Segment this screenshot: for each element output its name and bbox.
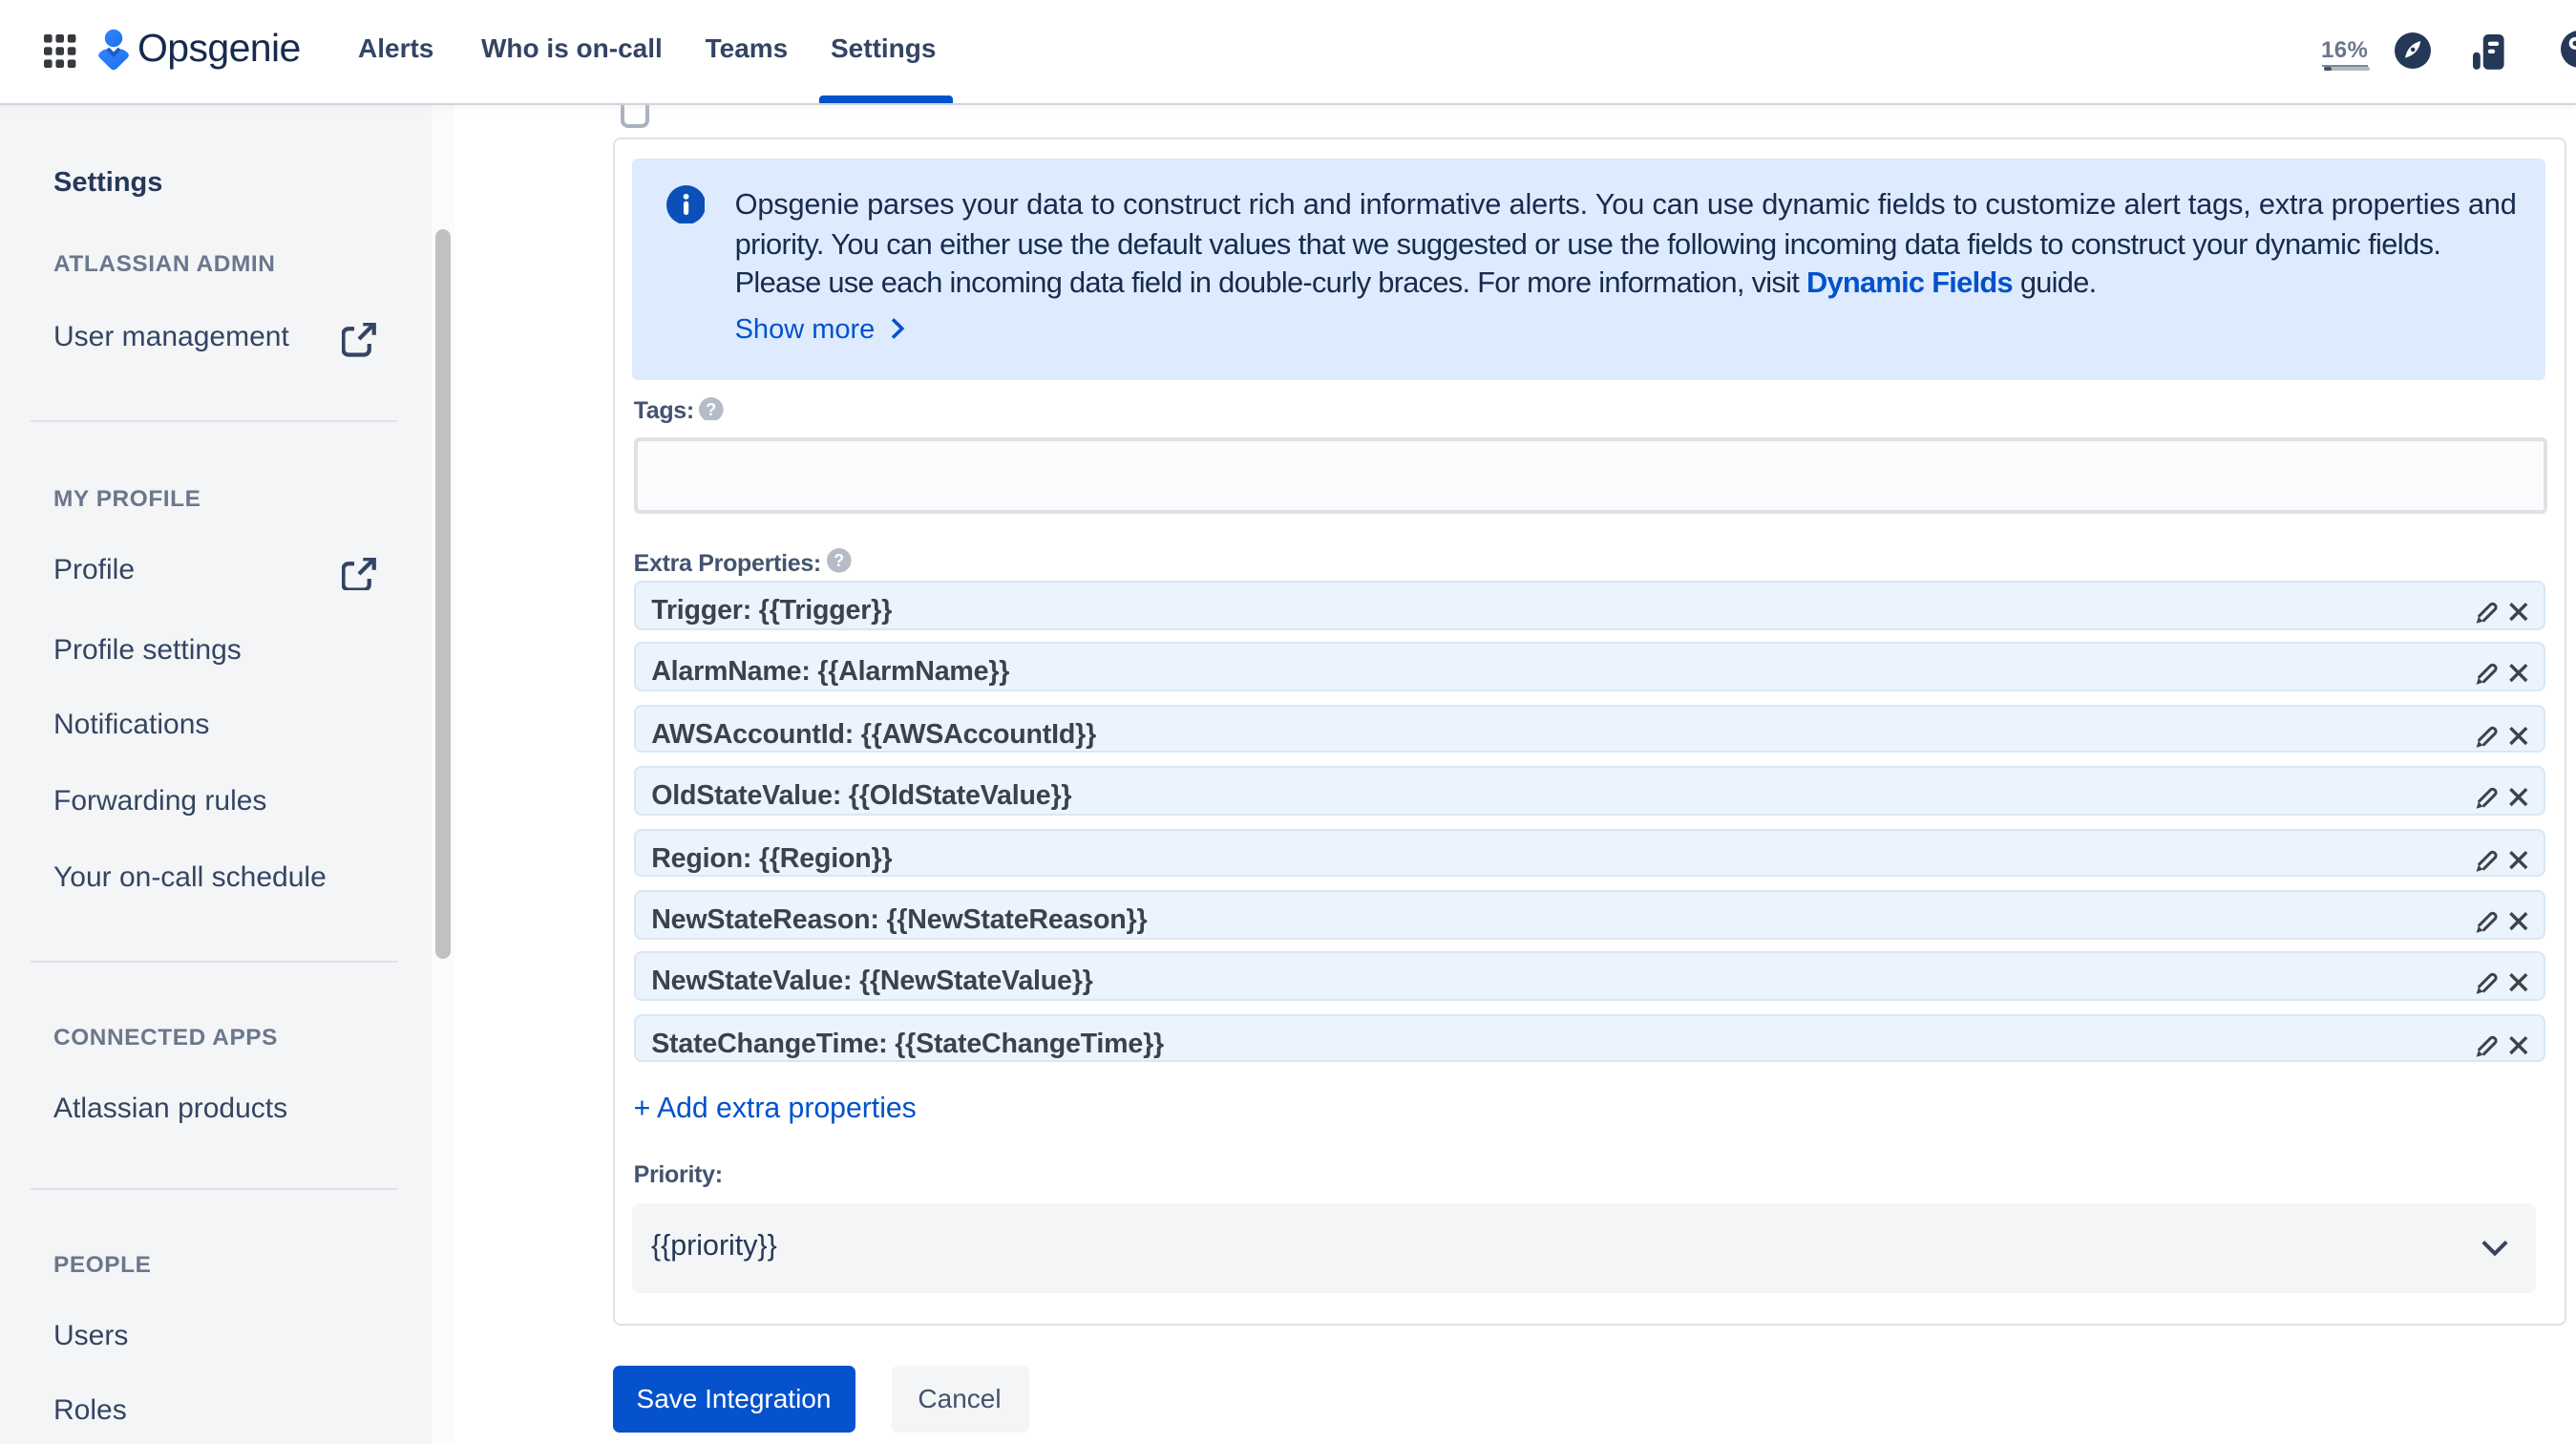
svg-text:?: ? (834, 551, 844, 570)
svg-text:?: ? (707, 399, 717, 418)
